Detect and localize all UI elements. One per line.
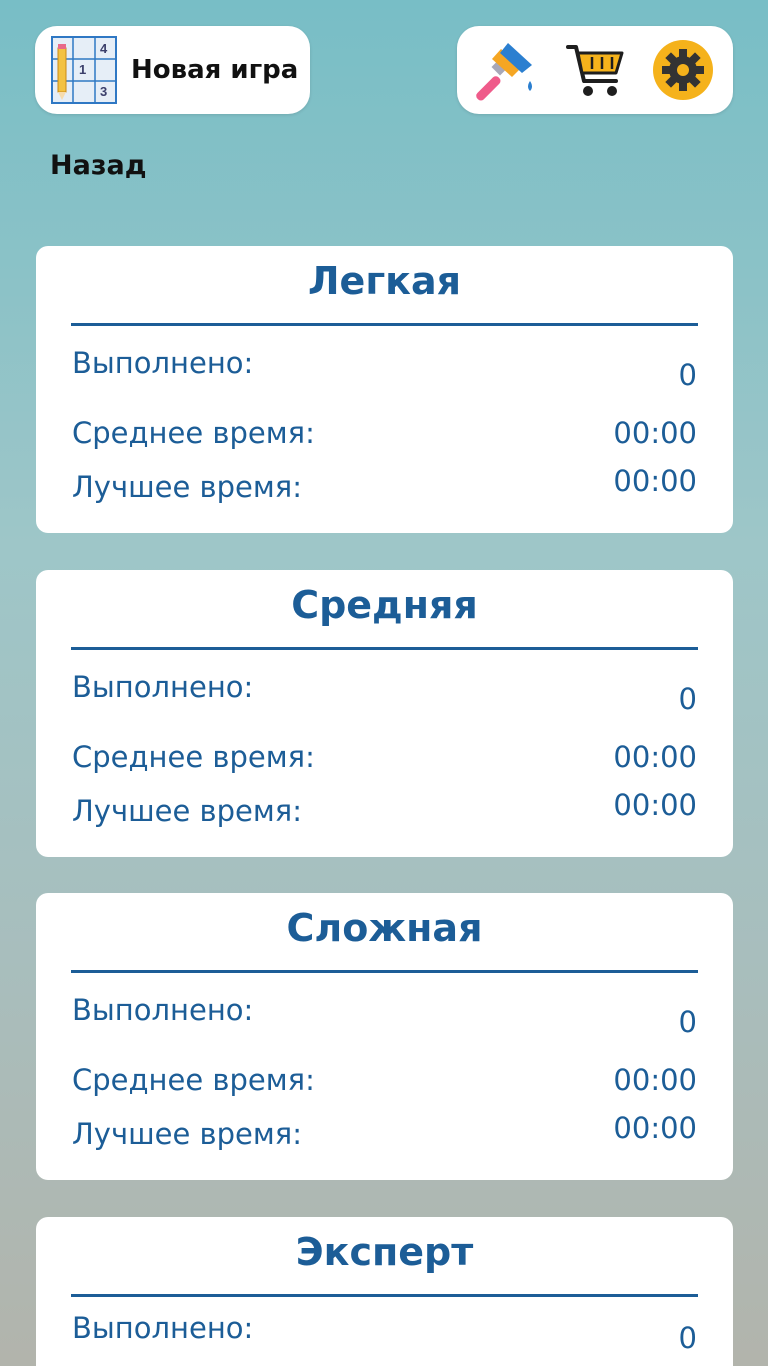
completed-value: 0 [678, 1321, 697, 1355]
completed-label: Выполнено: [72, 1311, 254, 1345]
average-time-value: 00:00 [613, 740, 697, 774]
settings-button[interactable] [650, 37, 716, 103]
level-title: Средняя [291, 583, 478, 627]
shopping-cart-icon [566, 45, 624, 96]
level-title: Сложная [286, 906, 483, 950]
shop-button[interactable] [562, 37, 628, 103]
new-game-label: Новая игра [131, 55, 299, 85]
level-title: Эксперт [295, 1230, 474, 1274]
completed-label: Выполнено: [72, 670, 254, 704]
average-time-label: Среднее время: [72, 1063, 315, 1097]
average-time-value: 00:00 [613, 1063, 697, 1097]
level-title: Легкая [307, 259, 462, 303]
stats-card-easy: Легкая Выполнено: 0 Среднее время: 00:00… [36, 246, 733, 533]
title-divider [71, 323, 698, 326]
toolbar [457, 26, 733, 114]
stats-card-medium: Средняя Выполнено: 0 Среднее время: 00:0… [36, 570, 733, 857]
best-time-label: Лучшее время: [72, 470, 302, 504]
title-divider [71, 647, 698, 650]
paint-brush-icon [476, 43, 532, 101]
best-time-value: 00:00 [613, 788, 697, 822]
sudoku-digit: 1 [79, 62, 86, 77]
sudoku-grid-icon: 4 1 3 [51, 36, 117, 104]
best-time-value: 00:00 [613, 464, 697, 498]
stats-card-expert: Эксперт Выполнено: 0 [36, 1217, 733, 1366]
completed-label: Выполнено: [72, 346, 254, 380]
stats-card-hard: Сложная Выполнено: 0 Среднее время: 00:0… [36, 893, 733, 1180]
completed-value: 0 [678, 1005, 697, 1039]
theme-button[interactable] [474, 37, 540, 103]
completed-value: 0 [678, 358, 697, 392]
sudoku-digit: 3 [100, 84, 107, 99]
title-divider [71, 1294, 698, 1297]
best-time-label: Лучшее время: [72, 1117, 302, 1151]
best-time-label: Лучшее время: [72, 794, 302, 828]
title-divider [71, 970, 698, 973]
completed-value: 0 [678, 682, 697, 716]
gear-icon [653, 40, 713, 100]
sudoku-digit: 4 [100, 41, 108, 56]
back-button[interactable]: Назад [50, 150, 147, 181]
new-game-button[interactable]: 4 1 3 Новая игра [35, 26, 310, 114]
average-time-label: Среднее время: [72, 416, 315, 450]
completed-label: Выполнено: [72, 993, 254, 1027]
best-time-value: 00:00 [613, 1111, 697, 1145]
average-time-value: 00:00 [613, 416, 697, 450]
average-time-label: Среднее время: [72, 740, 315, 774]
